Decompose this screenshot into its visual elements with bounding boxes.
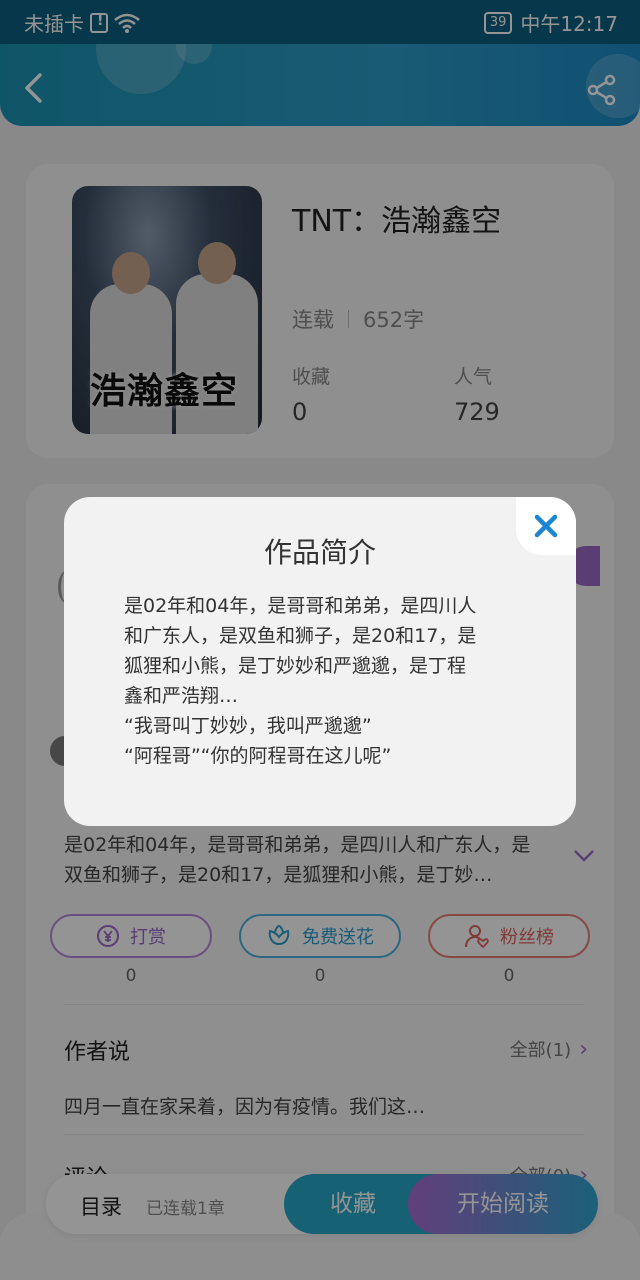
modal-line: 鑫和严浩翔… — [124, 685, 239, 707]
modal-line: 和广东人，是双鱼和狮子，是20和17，是 — [124, 625, 477, 647]
modal-body: 是02年和04年，是哥哥和弟弟，是四川人 和广东人，是双鱼和狮子，是20和17，… — [124, 591, 524, 771]
close-icon — [534, 514, 558, 538]
intro-modal: 作品简介 是02年和04年，是哥哥和弟弟，是四川人 和广东人，是双鱼和狮子，是2… — [64, 497, 576, 826]
close-button[interactable] — [516, 497, 576, 555]
modal-line: “我哥叫丁妙妙，我叫严邈邈” — [124, 715, 372, 737]
modal-line: 狐狸和小熊，是丁妙妙和严邈邈，是丁程 — [124, 655, 467, 677]
modal-line: 是02年和04年，是哥哥和弟弟，是四川人 — [124, 595, 477, 617]
modal-line: “阿程哥”“你的阿程哥在这儿呢” — [124, 745, 392, 767]
modal-title: 作品简介 — [263, 536, 376, 569]
